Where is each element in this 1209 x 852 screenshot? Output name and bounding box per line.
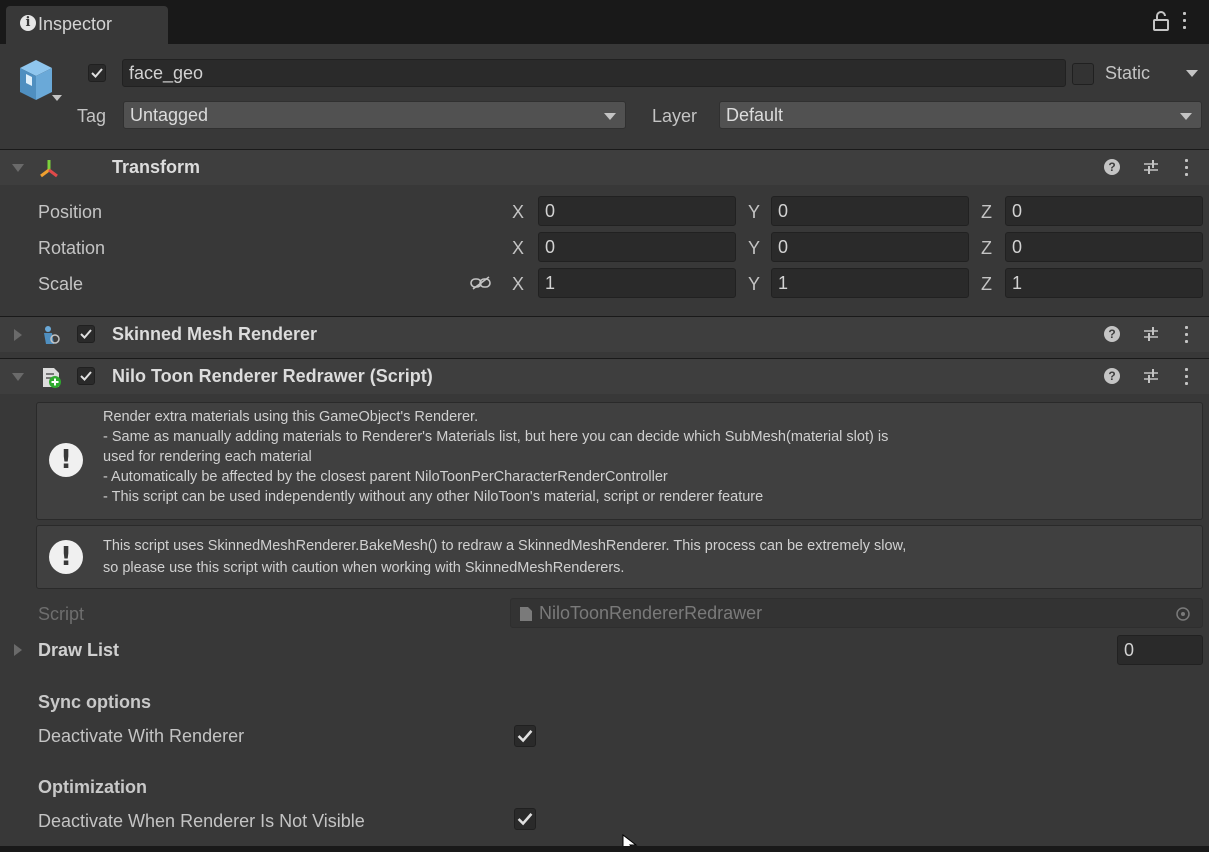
- position-x-field[interactable]: 0: [538, 196, 736, 226]
- redrawer-header[interactable]: Nilo Toon Renderer Redrawer (Script) ?: [0, 358, 1209, 394]
- help-icon[interactable]: ?: [1104, 159, 1120, 175]
- info-line: Render extra materials using this GameOb…: [103, 409, 479, 425]
- redrawer-title: Nilo Toon Renderer Redrawer (Script): [112, 366, 433, 386]
- script-object-field: NiloToonRendererRedrawer: [510, 598, 1203, 628]
- rotation-y-field[interactable]: 0: [771, 232, 969, 262]
- info-line: - Automatically be affected by the close…: [103, 469, 668, 485]
- info-line: - This script can be used independently …: [103, 489, 764, 505]
- tag-value: Untagged: [130, 105, 209, 125]
- icon-dropdown-arrow[interactable]: [52, 95, 62, 101]
- draw-list-size-field[interactable]: 0: [1117, 635, 1203, 665]
- deactivate-with-renderer-checkbox[interactable]: [514, 725, 536, 747]
- tab-bar: i Inspector: [0, 0, 1209, 44]
- transform-title: Transform: [112, 157, 201, 177]
- kebab-menu-icon[interactable]: [1183, 326, 1189, 346]
- layer-value: Default: [726, 105, 784, 125]
- axis-z-label[interactable]: Z: [981, 274, 992, 295]
- draw-list-label[interactable]: Draw List: [38, 640, 119, 661]
- checkmark-icon: [80, 329, 92, 339]
- checkmark-icon: [80, 371, 92, 381]
- kebab-menu-icon[interactable]: [1183, 368, 1189, 388]
- exclamation-icon: !: [49, 443, 83, 477]
- static-checkbox[interactable]: [1072, 63, 1094, 85]
- lock-icon[interactable]: [1152, 10, 1170, 32]
- optimization-title: Optimization: [38, 777, 147, 797]
- help-icon[interactable]: ?: [1104, 326, 1120, 342]
- exclamation-icon: !: [49, 540, 83, 574]
- script-value: NiloToonRendererRedrawer: [539, 603, 763, 623]
- script-label: Script: [38, 604, 85, 624]
- axis-y-label[interactable]: Y: [748, 238, 760, 259]
- script-icon: [43, 368, 61, 388]
- axis-y-label[interactable]: Y: [748, 274, 760, 295]
- bottom-border: [0, 846, 1209, 852]
- chevron-down-icon: [1180, 113, 1192, 120]
- position-y-field[interactable]: 0: [771, 196, 969, 226]
- scale-x-field[interactable]: 1: [538, 268, 736, 298]
- warning-line: This script uses SkinnedMeshRenderer.Bak…: [103, 538, 907, 554]
- presets-icon[interactable]: [1143, 326, 1159, 342]
- rotation-label: Rotation: [38, 238, 106, 258]
- checkmark-icon: [517, 730, 533, 743]
- layer-label: Layer: [652, 106, 698, 126]
- info-helpbox: ! Render extra materials using this Game…: [36, 402, 1203, 520]
- skinned-mesh-icon: [44, 326, 60, 344]
- position-label: Position: [38, 202, 103, 222]
- deactivate-not-visible-label: Deactivate When Renderer Is Not Visible: [38, 811, 365, 831]
- foldout-expanded-icon[interactable]: [12, 164, 24, 172]
- static-label: Static: [1105, 63, 1151, 83]
- info-line: - Same as manually adding materials to R…: [103, 429, 889, 445]
- scale-y-field[interactable]: 1: [771, 268, 969, 298]
- axis-z-label[interactable]: Z: [981, 202, 992, 223]
- checkmark-icon: [517, 813, 533, 826]
- deactivate-with-renderer-label: Deactivate With Renderer: [38, 726, 245, 746]
- skinned-mesh-renderer-header[interactable]: Skinned Mesh Renderer ?: [0, 316, 1209, 352]
- axis-x-label[interactable]: X: [512, 238, 524, 259]
- static-dropdown-arrow-icon[interactable]: [1186, 70, 1198, 77]
- layer-dropdown[interactable]: Default: [719, 101, 1202, 129]
- info-icon: i: [20, 15, 36, 31]
- draw-list-foldout-icon[interactable]: [14, 644, 22, 656]
- tab-label: Inspector: [38, 14, 113, 34]
- redrawer-enabled-checkbox[interactable]: [77, 367, 95, 385]
- gameobject-active-checkbox[interactable]: [88, 64, 106, 82]
- checkmark-icon: [91, 68, 103, 78]
- presets-icon[interactable]: [1143, 368, 1159, 384]
- sync-options-title: Sync options: [38, 692, 152, 712]
- info-line: used for rendering each material: [103, 449, 312, 465]
- scale-label: Scale: [38, 274, 84, 294]
- warning-line: so please use this script with caution w…: [103, 560, 625, 576]
- position-z-field[interactable]: 0: [1005, 196, 1203, 226]
- inspector-window: i Inspector face_geo Static Tag Untagged…: [0, 0, 1209, 852]
- script-file-icon: [520, 607, 532, 621]
- axis-z-label[interactable]: Z: [981, 238, 992, 259]
- help-icon[interactable]: ?: [1104, 368, 1120, 384]
- gameobject-name-field[interactable]: face_geo: [122, 59, 1066, 87]
- transform-header[interactable]: Transform ?: [0, 149, 1209, 185]
- scale-z-field[interactable]: 1: [1005, 268, 1203, 298]
- tag-dropdown[interactable]: Untagged: [123, 101, 626, 129]
- foldout-expanded-icon[interactable]: [12, 373, 24, 381]
- foldout-collapsed-icon[interactable]: [14, 329, 22, 341]
- skinned-mesh-title: Skinned Mesh Renderer: [112, 324, 318, 344]
- object-picker-icon: [1176, 607, 1190, 621]
- axis-y-label[interactable]: Y: [748, 202, 760, 223]
- tag-label: Tag: [77, 106, 107, 126]
- deactivate-not-visible-checkbox[interactable]: [514, 808, 536, 830]
- rotation-z-field[interactable]: 0: [1005, 232, 1203, 262]
- constrain-proportions-icon[interactable]: [470, 275, 492, 291]
- chevron-down-icon: [604, 113, 616, 120]
- axis-x-label[interactable]: X: [512, 274, 524, 295]
- tab-inspector[interactable]: i Inspector: [6, 6, 168, 44]
- transform-icon: [40, 160, 58, 178]
- kebab-menu-icon[interactable]: [1183, 159, 1189, 179]
- skinned-mesh-enabled-checkbox[interactable]: [77, 325, 95, 343]
- rotation-x-field[interactable]: 0: [538, 232, 736, 262]
- warning-helpbox: ! This script uses SkinnedMeshRenderer.B…: [36, 525, 1203, 589]
- kebab-menu-icon[interactable]: [1181, 12, 1187, 32]
- presets-icon[interactable]: [1143, 159, 1159, 175]
- axis-x-label[interactable]: X: [512, 202, 524, 223]
